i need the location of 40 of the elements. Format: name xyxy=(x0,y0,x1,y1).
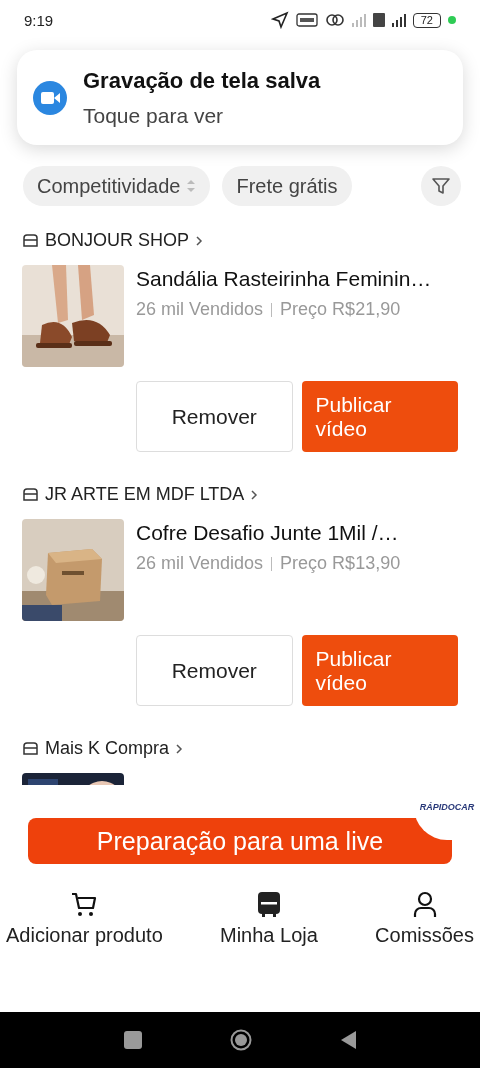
product-price: Preço R$13,90 xyxy=(280,553,401,574)
shop-name[interactable]: JR ARTE EM MDF LTDA xyxy=(45,484,245,505)
store-icon xyxy=(22,741,39,756)
sold-count: 26 mil Vendidos xyxy=(136,299,264,320)
notification-title: Gravação de tela salva xyxy=(83,67,321,94)
nav-item[interactable]: Comissões xyxy=(375,890,474,947)
live-preparation-button[interactable]: Preparação para uma live xyxy=(28,818,452,864)
shop-name[interactable]: BONJOUR SHOP xyxy=(45,230,190,251)
remove-button[interactable]: Remover xyxy=(136,635,293,706)
sort-icon xyxy=(186,179,197,193)
recent-apps-icon[interactable] xyxy=(123,1031,142,1049)
product-price: Preço R$21,90 xyxy=(280,299,401,320)
store-icon xyxy=(22,487,39,502)
sort-chip[interactable]: Competitividade xyxy=(23,166,211,206)
product-title[interactable]: Cofre Desafio Junte 1Mil /… xyxy=(136,521,401,545)
filter-chip[interactable]: Frete grátis xyxy=(222,166,352,206)
nav-item[interactable]: Adicionar produto xyxy=(6,890,163,947)
back-icon[interactable] xyxy=(339,1030,357,1050)
nav-item[interactable]: Minha Loja xyxy=(220,890,318,947)
filter-icon xyxy=(431,176,451,196)
video-camera-icon xyxy=(33,80,67,115)
link-icon xyxy=(324,12,345,28)
signal-icon xyxy=(391,13,406,27)
remove-button[interactable]: Remover xyxy=(136,381,293,452)
privacy-dot xyxy=(448,16,456,24)
signal-icon xyxy=(351,13,366,27)
battery-level: 72 xyxy=(412,12,441,28)
publish-video-button[interactable]: Publicar vídeo xyxy=(301,635,458,706)
location-icon xyxy=(270,11,289,29)
status-time: 9:19 xyxy=(24,11,54,29)
filter-button[interactable] xyxy=(421,166,461,206)
publish-video-button[interactable]: Publicar vídeo xyxy=(301,381,458,452)
shop-name[interactable]: Mais K Compra xyxy=(45,738,170,759)
store-icon xyxy=(22,233,39,248)
home-icon[interactable] xyxy=(229,1029,252,1051)
product-title[interactable]: Sandália Rasteirinha Feminin… xyxy=(136,267,432,291)
sold-count: 26 mil Vendidos xyxy=(136,553,264,574)
notification-subtitle: Toque para ver xyxy=(83,103,225,128)
cart-icon xyxy=(70,890,99,918)
notification-card[interactable]: Gravação de tela salva Toque para ver xyxy=(17,50,463,145)
